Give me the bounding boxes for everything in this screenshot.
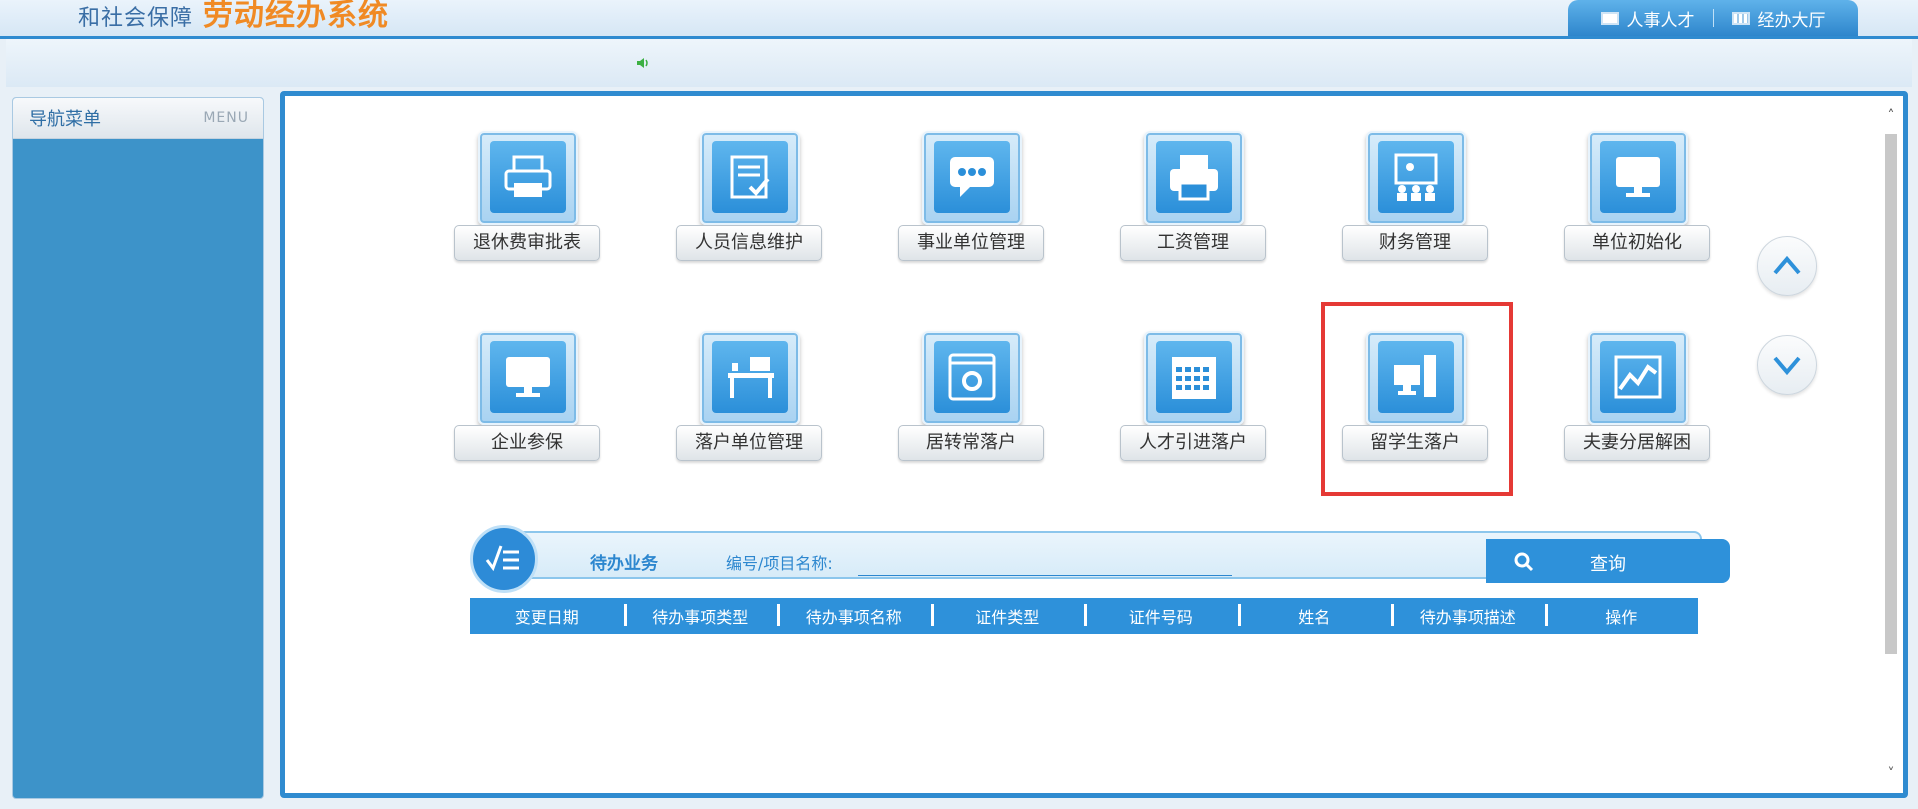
sidebar-menu-label: MENU [203, 110, 249, 126]
printer-icon [504, 155, 552, 197]
column-header[interactable]: 姓名 [1237, 604, 1392, 628]
app-title-main: 劳动经办系统 [203, 0, 390, 33]
vertical-scrollbar[interactable]: ˄ ˅ [1881, 100, 1901, 790]
tile-unit-initialization[interactable]: 单位初始化 [1564, 131, 1710, 281]
tile-returnee-settlement[interactable]: 留学生落户 [1342, 331, 1488, 481]
column-header[interactable]: 操作 [1544, 604, 1699, 628]
search-label: 编号/项目名称: [726, 554, 833, 573]
tile-settlement-unit-management[interactable]: 落户单位管理 [676, 331, 822, 481]
page-up-button[interactable] [1757, 236, 1817, 296]
tile-retirement-approval[interactable]: 退休费审批表 [454, 131, 600, 281]
document-check-icon [730, 155, 770, 199]
tile-label: 事业单位管理 [898, 225, 1044, 261]
sidebar: 导航菜单 MENU [12, 97, 264, 799]
checklist-badge [470, 525, 538, 593]
page-down-button[interactable] [1757, 335, 1817, 395]
app-title-prefix: 和社会保障 [78, 6, 194, 31]
column-header[interactable]: 证件号码 [1084, 604, 1238, 628]
computer-tower-icon [1394, 355, 1436, 397]
column-header[interactable]: 待办事项描述 [1391, 604, 1545, 628]
tile-label: 人员信息维护 [676, 225, 822, 261]
tab-service-hall-label: 经办大厅 [1757, 10, 1826, 31]
tab-hr-talent-label: 人事人才 [1626, 10, 1695, 31]
tile-spouse-reunion[interactable]: 夫妻分居解困 [1564, 331, 1710, 481]
building-icon [1731, 11, 1750, 25]
query-button[interactable]: 查询 [1486, 539, 1730, 583]
tile-label: 人才引进落户 [1120, 425, 1266, 461]
speaker-icon[interactable] [636, 57, 650, 69]
tab-hr-talent[interactable]: 人事人才 [1600, 6, 1695, 31]
checklist-icon [485, 545, 519, 572]
chart-icon [1614, 355, 1662, 399]
app-title: 和社会保障 劳动经办系统 [78, 0, 389, 34]
tile-label: 财务管理 [1342, 225, 1488, 261]
chat-bubble-icon [950, 157, 994, 197]
tab-separator [1712, 9, 1714, 27]
tile-label: 单位初始化 [1564, 225, 1710, 261]
tile-label: 工资管理 [1120, 225, 1266, 261]
query-button-label: 查询 [1590, 554, 1626, 575]
id-card-icon [1600, 11, 1619, 25]
pending-tasks-bar: 待办业务 编号/项目名称: 查询 [470, 525, 1730, 593]
tile-finance-management[interactable]: 财务管理 [1342, 131, 1488, 281]
app-header: 和社会保障 劳动经办系统 人事人才 经办大厅 [0, 0, 1918, 39]
column-header[interactable]: 证件类型 [930, 604, 1085, 628]
tile-personnel-info[interactable]: 人员信息维护 [676, 131, 822, 281]
sidebar-header: 导航菜单 MENU [13, 98, 263, 139]
monitor-icon [506, 357, 550, 397]
scroll-thumb[interactable] [1885, 134, 1897, 654]
scroll-down-arrow-icon[interactable]: ˅ [1883, 766, 1899, 782]
chevron-up-icon [1773, 255, 1801, 275]
scroll-up-arrow-icon[interactable]: ˄ [1883, 108, 1899, 124]
presentation-icon [1394, 153, 1438, 201]
top-tabs: 人事人才 经办大厅 [1568, 0, 1858, 36]
column-header[interactable]: 待办事项类型 [623, 604, 778, 628]
tile-label: 居转常落户 [898, 425, 1044, 461]
tab-service-hall[interactable]: 经办大厅 [1731, 6, 1826, 31]
tile-label: 退休费审批表 [454, 225, 600, 261]
pending-title: 待办业务 [590, 554, 658, 574]
tile-institution-management[interactable]: 事业单位管理 [898, 131, 1044, 281]
desk-icon [728, 357, 774, 398]
chevron-down-icon [1773, 356, 1801, 376]
monitor-icon [1616, 157, 1660, 197]
search-input[interactable] [858, 545, 1232, 576]
printer-icon [1170, 155, 1218, 201]
tile-residence-conversion[interactable]: 居转常落户 [898, 331, 1044, 481]
pending-search-bar: 待办业务 编号/项目名称: 查询 [500, 531, 1730, 583]
sub-toolbar [6, 39, 1912, 87]
search-icon [1514, 552, 1534, 572]
tile-label: 夫妻分居解困 [1564, 425, 1710, 461]
tile-label: 企业参保 [454, 425, 600, 461]
pending-table-header: 变更日期 待办事项类型 待办事项名称 证件类型 证件号码 姓名 待办事项描述 操… [470, 598, 1698, 634]
column-header[interactable]: 变更日期 [470, 604, 624, 628]
tile-label: 落户单位管理 [676, 425, 822, 461]
column-header[interactable]: 待办事项名称 [777, 604, 931, 628]
tile-enterprise-insurance[interactable]: 企业参保 [454, 331, 600, 481]
sidebar-title: 导航菜单 [29, 109, 101, 130]
calendar-icon [1172, 357, 1216, 399]
tile-talent-introduction[interactable]: 人才引进落户 [1120, 331, 1266, 481]
tile-label: 留学生落户 [1342, 425, 1488, 461]
gear-window-icon [948, 353, 996, 401]
tile-salary-management[interactable]: 工资管理 [1120, 131, 1266, 281]
